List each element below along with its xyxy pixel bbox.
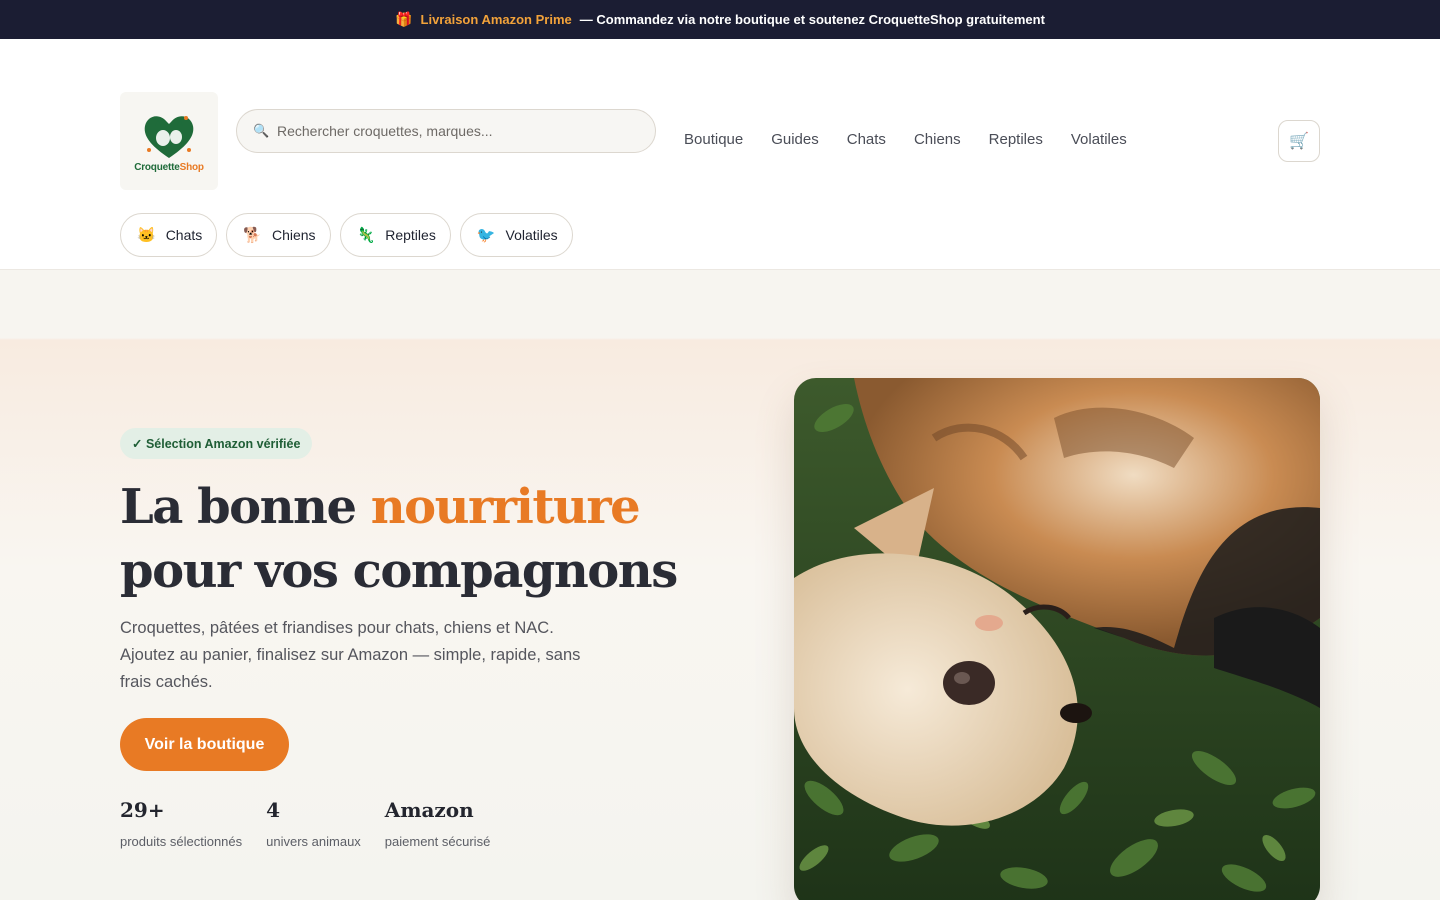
announcement-bar: 🎁 Livraison Amazon Prime — Commandez via… — [0, 0, 1440, 39]
headline-accent: nourriture — [370, 479, 641, 535]
logo[interactable]: CroquetteShop — [120, 92, 218, 190]
dog-icon: 🐕 — [243, 227, 262, 244]
nav-reptiles[interactable]: Reptiles — [989, 131, 1043, 148]
category-chips: 🐱 Chats 🐕 Chiens 🦎 Reptiles 🐦 Volatiles — [120, 213, 573, 257]
chip-label: Reptiles — [385, 227, 436, 243]
stat-value: 4 — [266, 798, 281, 822]
lizard-icon: 🦎 — [356, 227, 376, 244]
verified-badge: ✓ Sélection Amazon vérifiée — [120, 428, 313, 459]
hero-photo-cat-and-dog — [794, 378, 1320, 900]
headline-part1: La bonne — [120, 479, 371, 535]
chip-reptiles[interactable]: 🦎 Reptiles — [339, 213, 451, 257]
cart-icon: 🛒 — [1289, 133, 1309, 150]
logo-text-part2: Shop — [179, 161, 204, 173]
heart-pets-icon — [144, 115, 194, 158]
gift-icon: 🎁 — [395, 11, 413, 27]
shop-cta-button[interactable]: Voir la boutique — [120, 718, 289, 771]
stat-label: paiement sécurisé — [384, 834, 491, 849]
chip-label: Chats — [165, 227, 203, 243]
announcement-text: — Commandez via notre boutique et souten… — [579, 12, 1045, 27]
stat-universes: 4 univers animaux — [266, 798, 361, 849]
stat-payment: Amazon paiement sécurisé — [385, 798, 491, 849]
chip-chiens[interactable]: 🐕 Chiens — [226, 213, 331, 257]
logo-wordmark: CroquetteShop — [134, 162, 204, 173]
hero-section: ✓ Sélection Amazon vérifiée La bonne nou… — [0, 270, 1440, 900]
nav-volatiles[interactable]: Volatiles — [1071, 131, 1127, 148]
cart-button[interactable]: 🛒 — [1278, 120, 1320, 162]
chip-label: Volatiles — [505, 227, 558, 243]
stat-products: 29+ produits sélectionnés — [120, 798, 242, 849]
nav-boutique[interactable]: Boutique — [684, 131, 743, 148]
bird-icon: 🐦 — [476, 227, 496, 244]
hero-lead: Croquettes, pâtées et friandises pour ch… — [120, 619, 581, 691]
cat-icon: 🐱 — [137, 227, 156, 244]
nav-guides[interactable]: Guides — [771, 131, 819, 148]
logo-text-part1: Croquette — [134, 161, 180, 173]
stat-value: Amazon — [384, 798, 474, 822]
nav-chiens[interactable]: Chiens — [914, 131, 961, 148]
chip-volatiles[interactable]: 🐦 Volatiles — [459, 213, 573, 257]
headline-part2: pour vos compagnons — [120, 543, 678, 599]
stat-label: produits sélectionnés — [120, 834, 243, 849]
announcement-highlight: Livraison Amazon Prime — [420, 12, 572, 27]
nav-chats[interactable]: Chats — [847, 131, 886, 148]
stat-value: 29+ — [120, 798, 165, 822]
search-icon: 🔍 — [253, 123, 270, 138]
chip-chats[interactable]: 🐱 Chats — [120, 213, 218, 257]
hero-stats: 29+ produits sélectionnés 4 univers anim… — [120, 798, 490, 849]
cat-dog-illustration — [794, 378, 1320, 900]
stat-label: univers animaux — [266, 834, 361, 849]
search-bar[interactable]: 🔍 — [236, 109, 656, 153]
search-input[interactable] — [277, 123, 637, 139]
chip-label: Chiens — [271, 227, 316, 243]
main-nav: Boutique Guides Chats Chiens Reptiles Vo… — [684, 131, 1127, 148]
hero-headline: La bonne nourriture pour vos compagnons — [120, 475, 680, 603]
site-header: CroquetteShop 🔍 Boutique Guides Chats Ch… — [0, 39, 1440, 270]
